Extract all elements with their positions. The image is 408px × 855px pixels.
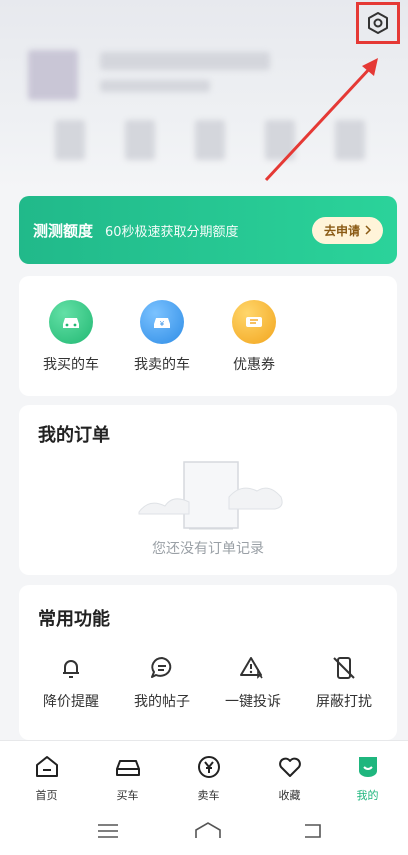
car-icon	[115, 760, 140, 776]
one-click-complaint-item[interactable]: 一键投诉	[210, 653, 296, 711]
orders-card[interactable]: 我的订单 您还没有订单记录	[19, 405, 397, 575]
banner-subtitle: 60秒极速获取分期额度	[105, 224, 239, 240]
one-click-complaint-label: 一键投诉	[225, 694, 281, 710]
system-navigation-bar	[98, 822, 321, 838]
avatar[interactable]	[28, 50, 78, 100]
price-drop-alert-item[interactable]: 降价提醒	[28, 653, 114, 711]
bell-icon	[63, 660, 79, 678]
heart-icon	[278, 757, 301, 777]
my-posts-label: 我的帖子	[134, 694, 190, 710]
my-bought-cars-label: 我买的车	[43, 357, 99, 373]
my-sold-cars-item[interactable]: ¥ 我卖的车	[117, 300, 207, 374]
chevron-right-icon	[365, 225, 372, 235]
apply-button-label: 去申请	[323, 223, 360, 238]
tab-sell-car-label: 卖车	[197, 789, 220, 802]
car-icon	[49, 300, 93, 344]
svg-text:¥: ¥	[160, 320, 165, 328]
yen-icon	[197, 756, 220, 778]
empty-orders-text: 您还没有订单记录	[152, 541, 264, 557]
home-icon	[35, 756, 58, 777]
quick-actions-card: 我买的车 ¥ 我卖的车 优惠券	[19, 276, 397, 396]
price-drop-alert-label: 降价提醒	[43, 694, 99, 710]
apply-button[interactable]: 去申请	[311, 216, 383, 244]
tab-buy-car-label: 买车	[116, 789, 139, 802]
tab-home-label: 首页	[35, 789, 58, 802]
coupons-label: 优惠券	[233, 357, 275, 373]
bottom-tab-bar: 首页 买车 卖车 收藏 我的	[0, 740, 408, 855]
block-disturb-item[interactable]: 屏蔽打扰	[301, 653, 387, 711]
tab-favorites-label: 收藏	[278, 789, 301, 802]
block-disturb-label: 屏蔽打扰	[316, 694, 372, 710]
coupons-item[interactable]: 优惠券	[209, 300, 299, 374]
coupon-icon	[232, 300, 276, 344]
sell-car-icon: ¥	[140, 300, 184, 344]
username-blurred	[100, 52, 270, 70]
stat-4-blurred[interactable]	[265, 120, 295, 160]
home-nav-icon[interactable]	[195, 822, 221, 838]
tab-home[interactable]: 首页	[6, 753, 87, 803]
block-phone-icon	[333, 657, 355, 679]
functions-title: 常用功能	[38, 609, 110, 630]
user-info-blurred	[100, 80, 210, 92]
stat-3-blurred[interactable]	[195, 120, 225, 160]
my-bought-cars-item[interactable]: 我买的车	[26, 300, 116, 374]
tab-sell-car[interactable]: 卖车	[168, 753, 249, 803]
stat-2-blurred[interactable]	[125, 120, 155, 160]
my-posts-item[interactable]: 我的帖子	[119, 653, 205, 711]
stat-5-blurred[interactable]	[335, 120, 365, 160]
common-functions-card: 常用功能 降价提醒 我的帖子 一键投诉 屏蔽打扰	[19, 585, 397, 740]
chat-icon	[151, 657, 172, 678]
tab-mine-label: 我的	[356, 789, 379, 802]
orders-title: 我的订单	[38, 425, 110, 446]
back-nav-icon[interactable]	[305, 824, 321, 838]
my-sold-cars-label: 我卖的车	[134, 357, 190, 373]
empty-orders-illustration	[138, 461, 283, 530]
settings-button[interactable]	[356, 2, 400, 44]
tab-mine[interactable]: 我的	[327, 753, 408, 803]
tab-buy-car[interactable]: 买车	[87, 753, 168, 803]
settings-hexagon-icon	[368, 12, 388, 34]
banner-title: 测测额度	[33, 221, 94, 240]
menu-icon[interactable]	[98, 824, 118, 838]
profile-header	[0, 0, 408, 190]
warning-icon	[240, 657, 263, 679]
profile-icon	[358, 757, 377, 777]
credit-banner[interactable]: 测测额度 60秒极速获取分期额度 去申请	[19, 196, 397, 264]
tab-favorites[interactable]: 收藏	[249, 753, 330, 803]
stat-1-blurred[interactable]	[55, 120, 85, 160]
